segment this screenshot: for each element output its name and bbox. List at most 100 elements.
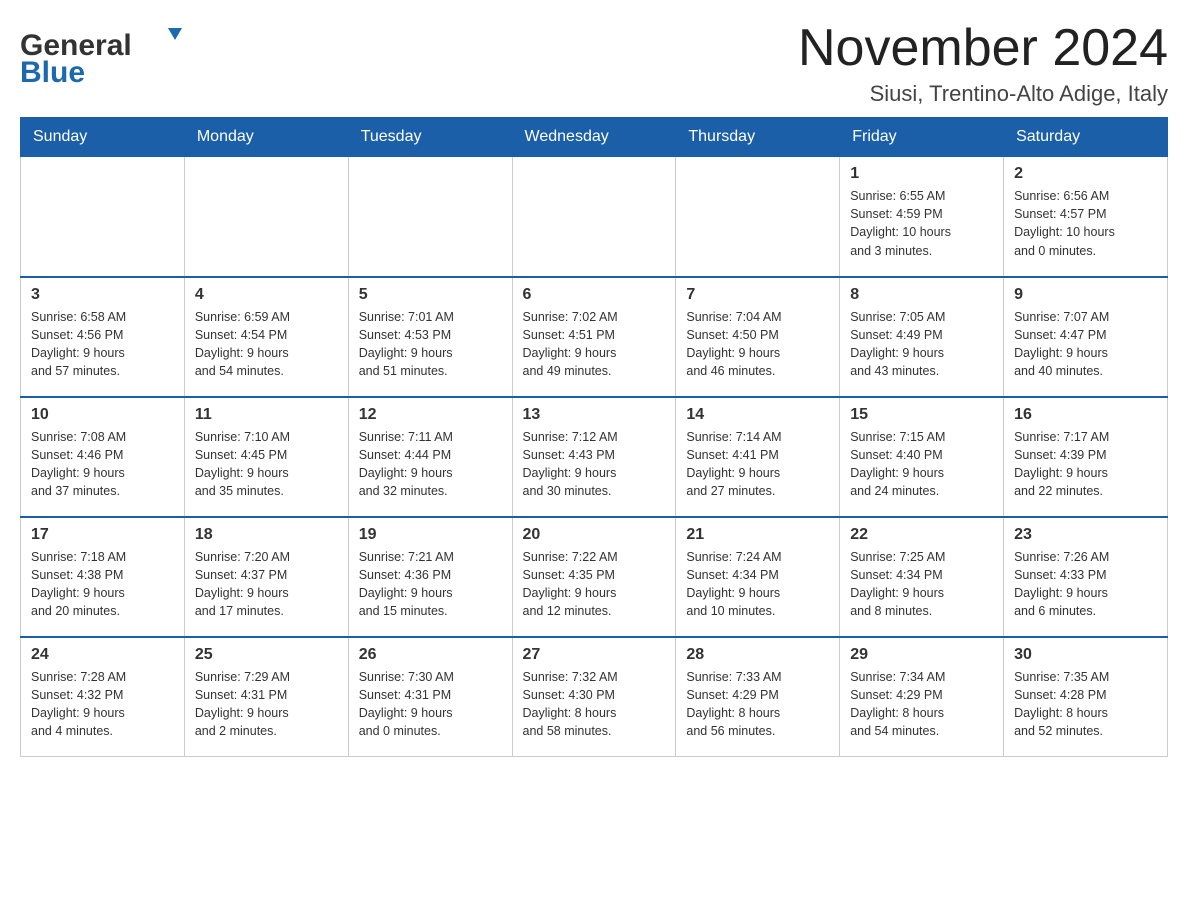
- day-cell: 1 Sunrise: 6:55 AM Sunset: 4:59 PM Daylig…: [840, 157, 1004, 277]
- day-cell: 28 Sunrise: 7:33 AM Sunset: 4:29 PM Dayli…: [676, 637, 840, 757]
- week-row-5: 24 Sunrise: 7:28 AM Sunset: 4:32 PM Dayli…: [21, 637, 1168, 757]
- day-info: Sunrise: 7:15 AM Sunset: 4:40 PM Dayligh…: [850, 428, 993, 501]
- week-row-2: 3 Sunrise: 6:58 AM Sunset: 4:56 PM Daylig…: [21, 277, 1168, 397]
- day-info: Sunrise: 7:24 AM Sunset: 4:34 PM Dayligh…: [686, 548, 829, 621]
- day-cell: [676, 157, 840, 277]
- weekday-header-wednesday: Wednesday: [512, 118, 676, 157]
- day-number: 26: [359, 646, 502, 664]
- day-number: 24: [31, 646, 174, 664]
- day-cell: [184, 157, 348, 277]
- day-info: Sunrise: 6:55 AM Sunset: 4:59 PM Dayligh…: [850, 187, 993, 260]
- day-info: Sunrise: 6:56 AM Sunset: 4:57 PM Dayligh…: [1014, 187, 1157, 260]
- month-title: November 2024: [798, 20, 1168, 77]
- day-cell: 21 Sunrise: 7:24 AM Sunset: 4:34 PM Dayli…: [676, 517, 840, 637]
- day-info: Sunrise: 7:02 AM Sunset: 4:51 PM Dayligh…: [523, 308, 666, 381]
- day-cell: 3 Sunrise: 6:58 AM Sunset: 4:56 PM Daylig…: [21, 277, 185, 397]
- day-number: 4: [195, 286, 338, 304]
- day-info: Sunrise: 7:21 AM Sunset: 4:36 PM Dayligh…: [359, 548, 502, 621]
- title-section: November 2024 Siusi, Trentino-Alto Adige…: [798, 20, 1168, 107]
- day-info: Sunrise: 7:11 AM Sunset: 4:44 PM Dayligh…: [359, 428, 502, 501]
- day-info: Sunrise: 7:14 AM Sunset: 4:41 PM Dayligh…: [686, 428, 829, 501]
- day-number: 11: [195, 406, 338, 424]
- weekday-header-saturday: Saturday: [1004, 118, 1168, 157]
- day-cell: 11 Sunrise: 7:10 AM Sunset: 4:45 PM Dayli…: [184, 397, 348, 517]
- day-cell: 13 Sunrise: 7:12 AM Sunset: 4:43 PM Dayli…: [512, 397, 676, 517]
- day-info: Sunrise: 7:17 AM Sunset: 4:39 PM Dayligh…: [1014, 428, 1157, 501]
- day-cell: 20 Sunrise: 7:22 AM Sunset: 4:35 PM Dayli…: [512, 517, 676, 637]
- day-cell: 27Sunrise: 7:32 AM Sunset: 4:30 PM Dayli…: [512, 637, 676, 757]
- page-header: General Blue November 2024 Siusi, Trenti…: [20, 20, 1168, 107]
- day-info: Sunrise: 7:12 AM Sunset: 4:43 PM Dayligh…: [523, 428, 666, 501]
- day-number: 21: [686, 526, 829, 544]
- day-info: Sunrise: 7:34 AM Sunset: 4:29 PM Dayligh…: [850, 668, 993, 741]
- day-cell: [348, 157, 512, 277]
- week-row-4: 17 Sunrise: 7:18 AM Sunset: 4:38 PM Dayli…: [21, 517, 1168, 637]
- day-info: Sunrise: 7:01 AM Sunset: 4:53 PM Dayligh…: [359, 308, 502, 381]
- day-cell: 5 Sunrise: 7:01 AM Sunset: 4:53 PM Daylig…: [348, 277, 512, 397]
- day-cell: 2 Sunrise: 6:56 AM Sunset: 4:57 PM Daylig…: [1004, 157, 1168, 277]
- day-number: 13: [523, 406, 666, 424]
- day-number: 25: [195, 646, 338, 664]
- day-info: Sunrise: 7:30 AM Sunset: 4:31 PM Dayligh…: [359, 668, 502, 741]
- day-number: 29: [850, 646, 993, 664]
- day-cell: 4 Sunrise: 6:59 AM Sunset: 4:54 PM Daylig…: [184, 277, 348, 397]
- day-info: Sunrise: 7:25 AM Sunset: 4:34 PM Dayligh…: [850, 548, 993, 621]
- day-number: 22: [850, 526, 993, 544]
- day-cell: [512, 157, 676, 277]
- day-number: 18: [195, 526, 338, 544]
- day-cell: 12 Sunrise: 7:11 AM Sunset: 4:44 PM Dayli…: [348, 397, 512, 517]
- day-cell: 30Sunrise: 7:35 AM Sunset: 4:28 PM Dayli…: [1004, 637, 1168, 757]
- location: Siusi, Trentino-Alto Adige, Italy: [798, 81, 1168, 107]
- day-cell: 19 Sunrise: 7:21 AM Sunset: 4:36 PM Dayli…: [348, 517, 512, 637]
- weekday-header-tuesday: Tuesday: [348, 118, 512, 157]
- day-cell: 25 Sunrise: 7:29 AM Sunset: 4:31 PM Dayli…: [184, 637, 348, 757]
- day-number: 5: [359, 286, 502, 304]
- day-number: 20: [523, 526, 666, 544]
- weekday-header-sunday: Sunday: [21, 118, 185, 157]
- day-info: Sunrise: 7:22 AM Sunset: 4:35 PM Dayligh…: [523, 548, 666, 621]
- day-cell: 8Sunrise: 7:05 AM Sunset: 4:49 PM Daylig…: [840, 277, 1004, 397]
- day-number: 12: [359, 406, 502, 424]
- day-number: 3: [31, 286, 174, 304]
- day-cell: 22 Sunrise: 7:25 AM Sunset: 4:34 PM Dayli…: [840, 517, 1004, 637]
- day-number: 6: [523, 286, 666, 304]
- day-number: 2: [1014, 165, 1157, 183]
- weekday-header-thursday: Thursday: [676, 118, 840, 157]
- day-cell: 9 Sunrise: 7:07 AM Sunset: 4:47 PM Daylig…: [1004, 277, 1168, 397]
- day-number: 27: [523, 646, 666, 664]
- day-cell: 7Sunrise: 7:04 AM Sunset: 4:50 PM Daylig…: [676, 277, 840, 397]
- day-number: 19: [359, 526, 502, 544]
- day-number: 10: [31, 406, 174, 424]
- day-number: 14: [686, 406, 829, 424]
- day-info: Sunrise: 6:58 AM Sunset: 4:56 PM Dayligh…: [31, 308, 174, 381]
- weekday-header-row: SundayMondayTuesdayWednesdayThursdayFrid…: [21, 118, 1168, 157]
- day-info: Sunrise: 7:28 AM Sunset: 4:32 PM Dayligh…: [31, 668, 174, 741]
- day-cell: 23Sunrise: 7:26 AM Sunset: 4:33 PM Dayli…: [1004, 517, 1168, 637]
- day-cell: 14 Sunrise: 7:14 AM Sunset: 4:41 PM Dayli…: [676, 397, 840, 517]
- day-number: 17: [31, 526, 174, 544]
- week-row-1: 1 Sunrise: 6:55 AM Sunset: 4:59 PM Daylig…: [21, 157, 1168, 277]
- day-number: 1: [850, 165, 993, 183]
- day-number: 8: [850, 286, 993, 304]
- day-info: Sunrise: 7:33 AM Sunset: 4:29 PM Dayligh…: [686, 668, 829, 741]
- day-info: Sunrise: 7:26 AM Sunset: 4:33 PM Dayligh…: [1014, 548, 1157, 621]
- day-info: Sunrise: 7:04 AM Sunset: 4:50 PM Dayligh…: [686, 308, 829, 381]
- day-info: Sunrise: 7:10 AM Sunset: 4:45 PM Dayligh…: [195, 428, 338, 501]
- day-info: Sunrise: 7:20 AM Sunset: 4:37 PM Dayligh…: [195, 548, 338, 621]
- day-info: Sunrise: 7:07 AM Sunset: 4:47 PM Dayligh…: [1014, 308, 1157, 381]
- day-number: 28: [686, 646, 829, 664]
- day-info: Sunrise: 7:08 AM Sunset: 4:46 PM Dayligh…: [31, 428, 174, 501]
- logo-svg: General Blue: [20, 20, 200, 90]
- day-cell: 16 Sunrise: 7:17 AM Sunset: 4:39 PM Dayli…: [1004, 397, 1168, 517]
- day-cell: 15 Sunrise: 7:15 AM Sunset: 4:40 PM Dayli…: [840, 397, 1004, 517]
- day-info: Sunrise: 7:29 AM Sunset: 4:31 PM Dayligh…: [195, 668, 338, 741]
- day-info: Sunrise: 6:59 AM Sunset: 4:54 PM Dayligh…: [195, 308, 338, 381]
- day-number: 15: [850, 406, 993, 424]
- day-cell: [21, 157, 185, 277]
- day-cell: 18 Sunrise: 7:20 AM Sunset: 4:37 PM Dayli…: [184, 517, 348, 637]
- day-cell: 17 Sunrise: 7:18 AM Sunset: 4:38 PM Dayli…: [21, 517, 185, 637]
- day-number: 16: [1014, 406, 1157, 424]
- day-number: 9: [1014, 286, 1157, 304]
- day-info: Sunrise: 7:18 AM Sunset: 4:38 PM Dayligh…: [31, 548, 174, 621]
- day-cell: 26 Sunrise: 7:30 AM Sunset: 4:31 PM Dayli…: [348, 637, 512, 757]
